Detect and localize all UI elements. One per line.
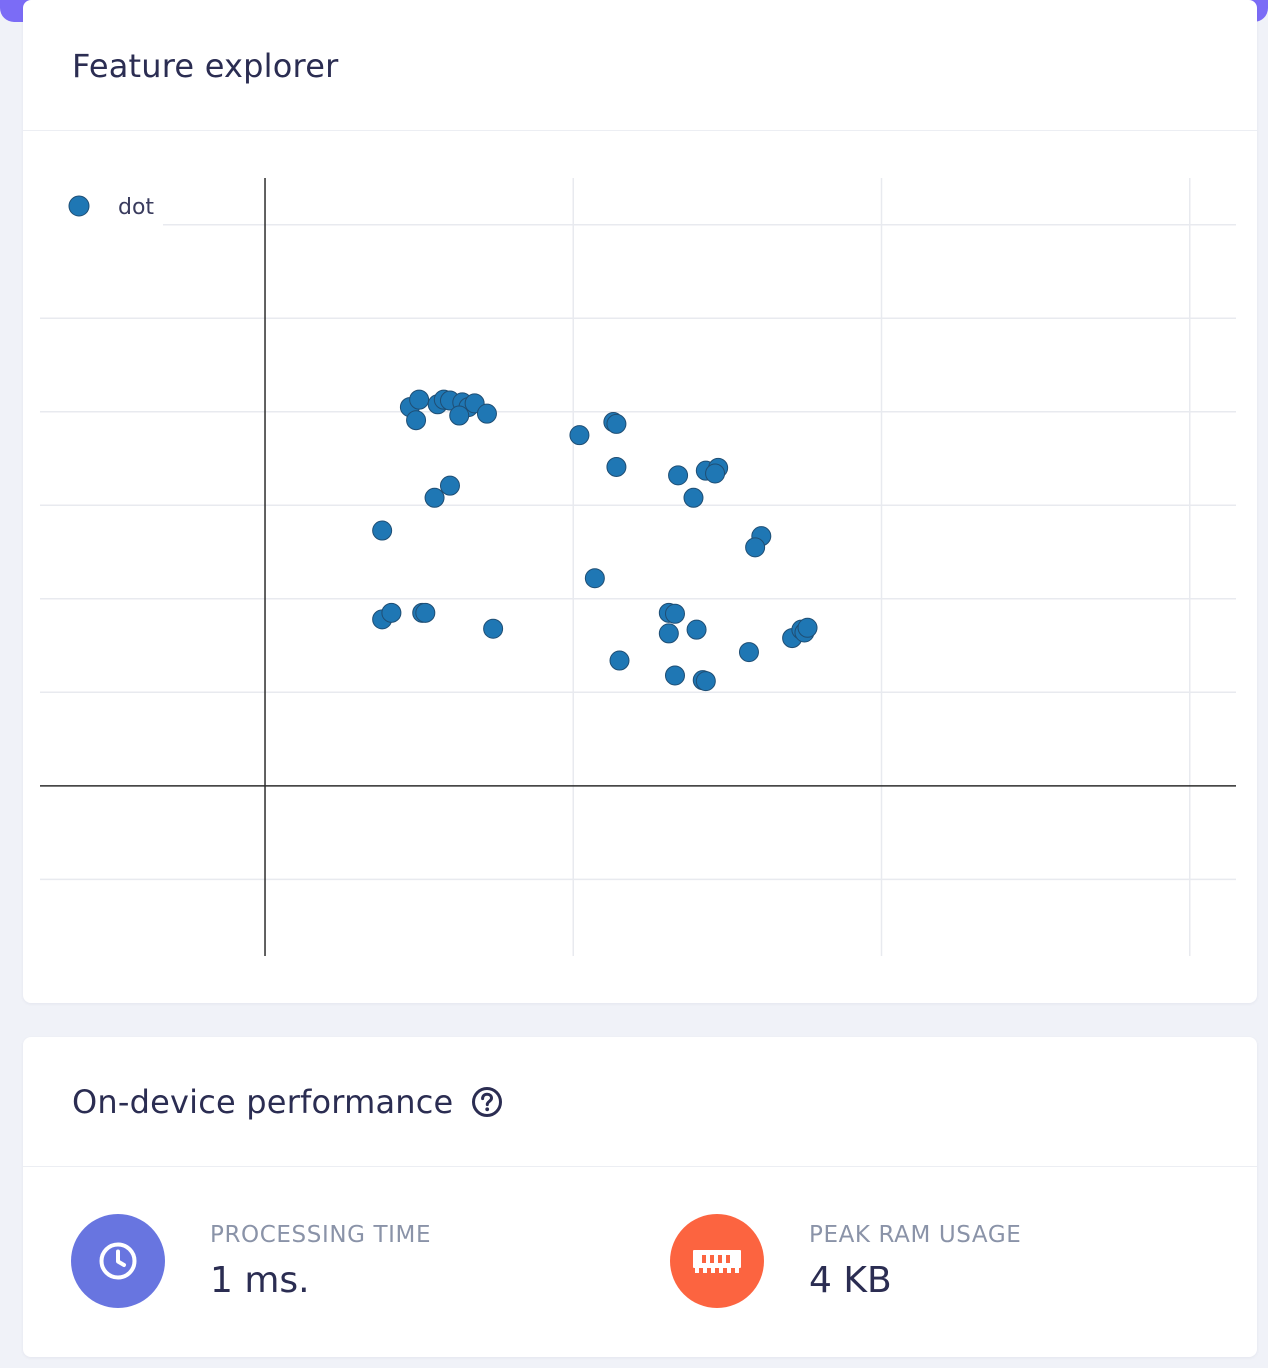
scatter-point — [664, 665, 685, 686]
peak-ram-badge — [670, 1214, 764, 1308]
scatter-point — [415, 602, 436, 623]
peak-ram-label: PEAK RAM USAGE — [809, 1221, 1022, 1248]
feature-explorer-header: Feature explorer — [23, 0, 1257, 131]
scatter-point — [606, 456, 627, 477]
chart-points — [372, 389, 818, 692]
performance-title: On-device performance — [72, 1082, 454, 1121]
chart-grid — [33, 178, 1236, 956]
scatter-point — [606, 413, 627, 434]
performance-header: On-device performance — [23, 1037, 1257, 1167]
scatter-point — [569, 425, 590, 446]
scatter-point — [483, 618, 504, 639]
processing-time-metric: PROCESSING TIME 1 ms. — [71, 1214, 431, 1308]
processing-time-label: PROCESSING TIME — [210, 1221, 432, 1248]
clock-icon — [99, 1242, 137, 1280]
legend-marker — [68, 195, 90, 217]
scatter-point — [439, 475, 460, 496]
scatter-point — [381, 602, 402, 623]
scatter-point — [449, 405, 470, 426]
processing-time-value: 1 ms. — [210, 1259, 310, 1301]
scatter-point — [609, 650, 630, 671]
scatter-point — [409, 389, 430, 410]
scatter-point — [683, 487, 704, 508]
question-circle-icon[interactable] — [471, 1086, 503, 1118]
scatter-point — [668, 465, 689, 486]
on-device-performance-card: On-device performance PROCESSING TIME 1 … — [23, 1037, 1257, 1357]
chart-axes — [40, 178, 1236, 956]
scatter-point — [664, 603, 685, 624]
scatter-point — [686, 619, 707, 640]
scatter-chart[interactable]: dot — [23, 131, 1257, 991]
scatter-point — [797, 617, 818, 638]
peak-ram-metric: PEAK RAM USAGE 4 KB — [670, 1214, 1021, 1308]
scatter-point — [372, 520, 393, 541]
peak-ram-value: 4 KB — [809, 1259, 892, 1301]
legend-series-label: dot — [118, 195, 154, 220]
feature-explorer-card: Feature explorer dot — [23, 0, 1257, 1003]
scatter-point — [705, 463, 726, 484]
scatter-point — [584, 568, 605, 589]
processing-time-badge — [71, 1214, 165, 1308]
scatter-point — [406, 410, 427, 431]
scatter-point — [476, 403, 497, 424]
scatter-point — [745, 537, 766, 558]
scatter-point — [424, 487, 445, 508]
scatter-point — [695, 671, 716, 692]
scatter-point — [738, 642, 759, 663]
scatter-point — [658, 623, 679, 644]
feature-explorer-title: Feature explorer — [72, 47, 339, 85]
memory-chip-icon — [693, 1250, 741, 1273]
